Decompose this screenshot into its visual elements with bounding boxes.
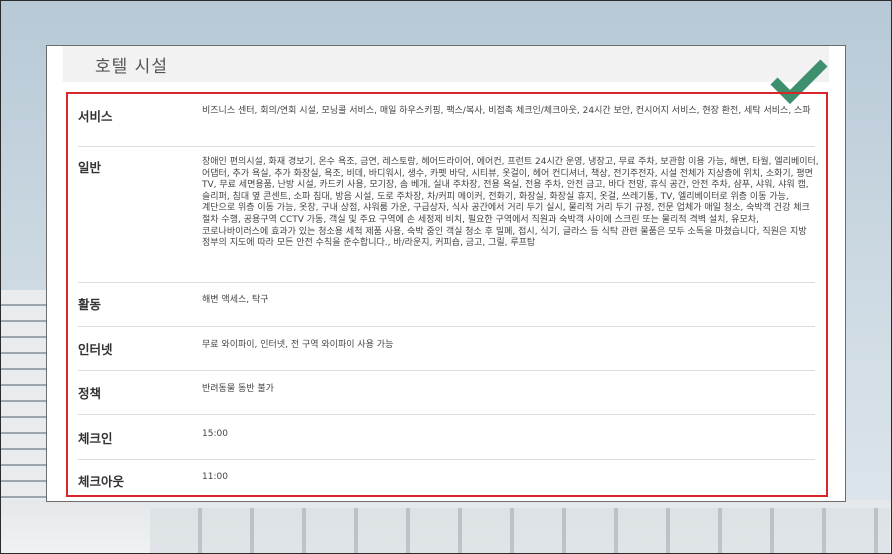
table-row-general: 일반 장애인 편의시설, 화재 경보기, 온수 욕조, 금연, 레스토랑, 헤어… bbox=[78, 146, 819, 283]
row-value: 15:00 bbox=[202, 429, 228, 439]
row-value: 해변 액세스, 탁구 bbox=[202, 295, 269, 305]
section-title: 호텔 시설 bbox=[95, 57, 168, 77]
table-row-internet: 인터넷 무료 와이파이, 인터넷, 전 구역 와이파이 사용 가능 bbox=[78, 326, 815, 371]
table-row-policy: 정책 반려동물 동반 불가 bbox=[78, 370, 815, 415]
row-label: 체크인 bbox=[78, 431, 113, 446]
row-label: 인터넷 bbox=[78, 342, 113, 357]
row-value: 무료 와이파이, 인터넷, 전 구역 와이파이 사용 가능 bbox=[202, 340, 394, 350]
row-label: 체크아웃 bbox=[78, 474, 125, 489]
row-label: 활동 bbox=[78, 297, 102, 312]
panel-header: 호텔 시설 bbox=[63, 46, 829, 82]
facilities-table-highlight: 서비스 비즈니스 센터, 회의/연회 시설, 모닝콜 서비스, 매일 하우스키핑… bbox=[66, 92, 828, 497]
row-label: 서비스 bbox=[78, 109, 113, 124]
row-value: 11:00 bbox=[202, 472, 228, 482]
row-value: 반려동물 동반 불가 bbox=[202, 384, 274, 394]
row-label: 일반 bbox=[78, 160, 102, 175]
table-row-checkout: 체크아웃 11:00 bbox=[78, 459, 815, 495]
row-value: 장애인 편의시설, 화재 경보기, 온수 욕조, 금연, 레스토랑, 헤어드라이… bbox=[202, 157, 819, 249]
table-row-activities: 활동 해변 액세스, 탁구 bbox=[78, 282, 815, 327]
table-row-services: 서비스 비즈니스 센터, 회의/연회 시설, 모닝콜 서비스, 매일 하우스키핑… bbox=[78, 94, 815, 147]
row-value: 비즈니스 센터, 회의/연회 시설, 모닝콜 서비스, 매일 하우스키핑, 팩스… bbox=[202, 106, 811, 116]
row-label: 정책 bbox=[78, 386, 102, 401]
table-row-checkin: 체크인 15:00 bbox=[78, 414, 815, 460]
